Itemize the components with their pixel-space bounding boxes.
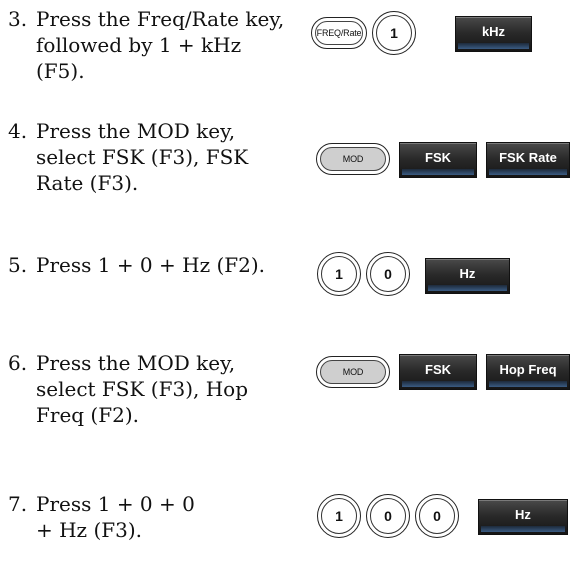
fsk-softkey[interactable]: FSK [399, 142, 477, 178]
digit-0-key[interactable]: 0 [415, 494, 459, 538]
fsk-softkey[interactable]: FSK [399, 354, 477, 390]
hz-softkey[interactable]: Hz [425, 258, 510, 294]
step-instruction: Press 1 + 0 + Hz (F2). [36, 253, 266, 277]
digit-1-key[interactable]: 1 [317, 252, 361, 296]
fsk-rate-softkey[interactable]: FSK Rate [486, 142, 570, 178]
step-number: 6. [8, 351, 28, 375]
digit-0-key[interactable]: 0 [366, 252, 410, 296]
step-instruction: Press the Freq/Rate key, followed by 1 +… [36, 7, 285, 83]
digit-1-key[interactable]: 1 [372, 11, 416, 55]
step-number: 4. [8, 119, 28, 143]
step-instruction: Press 1 + 0 + 0 + Hz (F3). [36, 492, 195, 542]
hop-freq-softkey[interactable]: Hop Freq [486, 354, 570, 390]
mod-key[interactable]: MOD [316, 143, 390, 175]
digit-1-key[interactable]: 1 [317, 494, 361, 538]
step-instruction: Press the MOD key, select FSK (F3), FSK … [36, 119, 249, 195]
step-instruction: Press the MOD key, select FSK (F3), Hop … [36, 351, 249, 427]
khz-softkey[interactable]: kHz [455, 16, 532, 52]
step-number: 5. [8, 253, 28, 277]
freq-rate-key[interactable]: FREQ/Rate [311, 17, 367, 49]
step-number: 7. [8, 492, 28, 516]
hz-softkey[interactable]: Hz [478, 499, 568, 535]
step-number: 3. [8, 7, 28, 31]
mod-key[interactable]: MOD [316, 356, 390, 388]
digit-0-key[interactable]: 0 [366, 494, 410, 538]
